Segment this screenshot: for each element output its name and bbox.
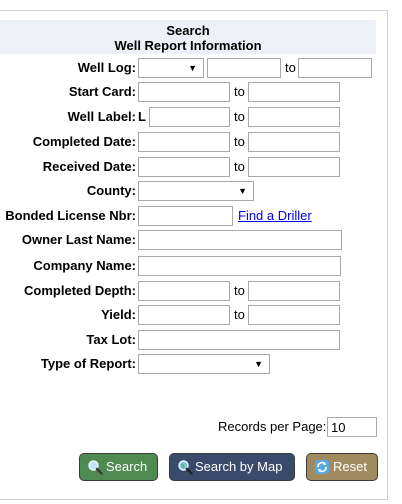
start-card-to-input[interactable] [248, 82, 340, 102]
search-button-label: Search [106, 459, 148, 474]
owner-last-name-input[interactable] [138, 230, 342, 250]
type-of-report-select[interactable]: ▼ [138, 354, 270, 374]
completed-depth-label: Completed Depth: [24, 283, 136, 298]
records-per-page-input[interactable] [327, 417, 377, 437]
start-card-from-input[interactable] [138, 82, 230, 102]
well-label-to-input[interactable] [248, 107, 340, 127]
well-label-prefix: L [138, 109, 146, 124]
search-by-map-button-label: Search by Map [195, 459, 283, 474]
owner-last-name-label: Owner Last Name: [21, 232, 136, 247]
bonded-license-input[interactable] [138, 206, 233, 226]
received-date-from-input[interactable] [138, 157, 230, 177]
completed-date-to-input[interactable] [248, 132, 340, 152]
completed-depth-to-input[interactable] [248, 281, 340, 301]
records-per-page-label: Records per Page: [218, 419, 327, 434]
chevron-down-icon: ▼ [188, 63, 197, 73]
completed-date-to-label: to [234, 134, 245, 149]
tax-lot-label: Tax Lot: [86, 332, 136, 347]
completed-date-from-input[interactable] [138, 132, 230, 152]
type-of-report-label: Type of Report: [40, 356, 136, 371]
heading-title: Search [166, 23, 210, 38]
heading-subtitle: Well Report Information [114, 38, 262, 53]
completed-depth-from-input[interactable] [138, 281, 230, 301]
magnifier-icon [88, 460, 103, 475]
county-label: County: [86, 183, 136, 198]
well-label-label: Well Label: [67, 109, 136, 124]
chevron-down-icon: ▼ [254, 359, 263, 369]
received-date-label: Received Date: [42, 159, 136, 174]
refresh-icon [315, 460, 329, 474]
search-by-map-button[interactable]: Search by Map [169, 453, 295, 481]
tax-lot-input[interactable] [138, 330, 340, 350]
start-card-to-label: to [234, 84, 245, 99]
yield-to-label: to [234, 307, 245, 322]
start-card-label: Start Card: [68, 84, 136, 99]
well-log-to-input[interactable] [298, 58, 372, 78]
reset-button[interactable]: Reset [306, 453, 378, 481]
completed-date-label: Completed Date: [32, 134, 136, 149]
reset-button-label: Reset [333, 459, 367, 474]
find-a-driller-link[interactable]: Find a Driller [238, 206, 312, 226]
search-button[interactable]: Search [79, 453, 158, 481]
magnifier-globe-icon [178, 460, 193, 475]
received-date-to-input[interactable] [248, 157, 340, 177]
search-heading: Search Well Report Information [0, 20, 376, 54]
well-log-from-input[interactable] [207, 58, 281, 78]
well-label-from-input[interactable] [149, 107, 230, 127]
company-name-input[interactable] [138, 256, 341, 276]
yield-to-input[interactable] [248, 305, 340, 325]
well-log-select[interactable]: ▼ [138, 58, 204, 78]
well-label-to-label: to [234, 109, 245, 124]
yield-label: Yield: [101, 307, 136, 322]
received-date-to-label: to [234, 159, 245, 174]
completed-depth-to-label: to [234, 283, 245, 298]
county-select[interactable]: ▼ [138, 181, 254, 201]
well-log-to-label: to [285, 60, 296, 75]
yield-from-input[interactable] [138, 305, 230, 325]
well-log-label: Well Log: [77, 60, 136, 75]
chevron-down-icon: ▼ [238, 186, 247, 196]
bonded-license-label: Bonded License Nbr: [5, 208, 136, 223]
company-name-label: Company Name: [33, 258, 136, 273]
